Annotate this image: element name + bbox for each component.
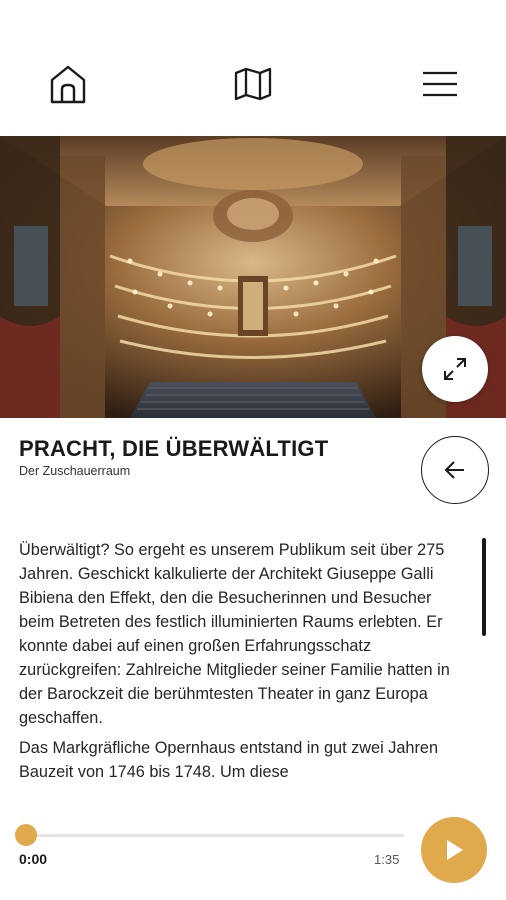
page-title: PRACHT, DIE ÜBERWÄLTIGT [19, 436, 329, 461]
map-icon [234, 67, 272, 101]
play-icon [447, 840, 463, 860]
total-time: 1:35 [374, 852, 400, 867]
menu-button[interactable] [418, 62, 462, 106]
article-text[interactable]: Überwältigt? So ergeht es unserem Publik… [19, 538, 459, 808]
back-button[interactable] [421, 436, 489, 504]
expand-image-button[interactable] [422, 336, 488, 402]
home-icon [50, 65, 86, 104]
play-button[interactable] [421, 817, 487, 883]
audio-player: 0:00 1:35 [0, 812, 506, 900]
article-paragraph: Das Markgräfliche Opernhaus entstand in … [19, 739, 439, 781]
home-button[interactable] [46, 62, 90, 106]
page-subtitle: Der Zuschauerraum [19, 464, 131, 478]
progress-track[interactable] [26, 834, 404, 837]
expand-icon [444, 358, 466, 380]
hamburger-menu-icon [423, 71, 457, 97]
article-paragraph: Überwältigt? So ergeht es unserem Publik… [19, 541, 450, 727]
top-navigation-bar [0, 0, 506, 136]
map-button[interactable] [231, 62, 275, 106]
arrow-left-icon [444, 461, 464, 479]
current-time: 0:00 [19, 851, 48, 867]
scrollbar[interactable] [482, 538, 486, 636]
progress-knob[interactable] [15, 824, 37, 846]
